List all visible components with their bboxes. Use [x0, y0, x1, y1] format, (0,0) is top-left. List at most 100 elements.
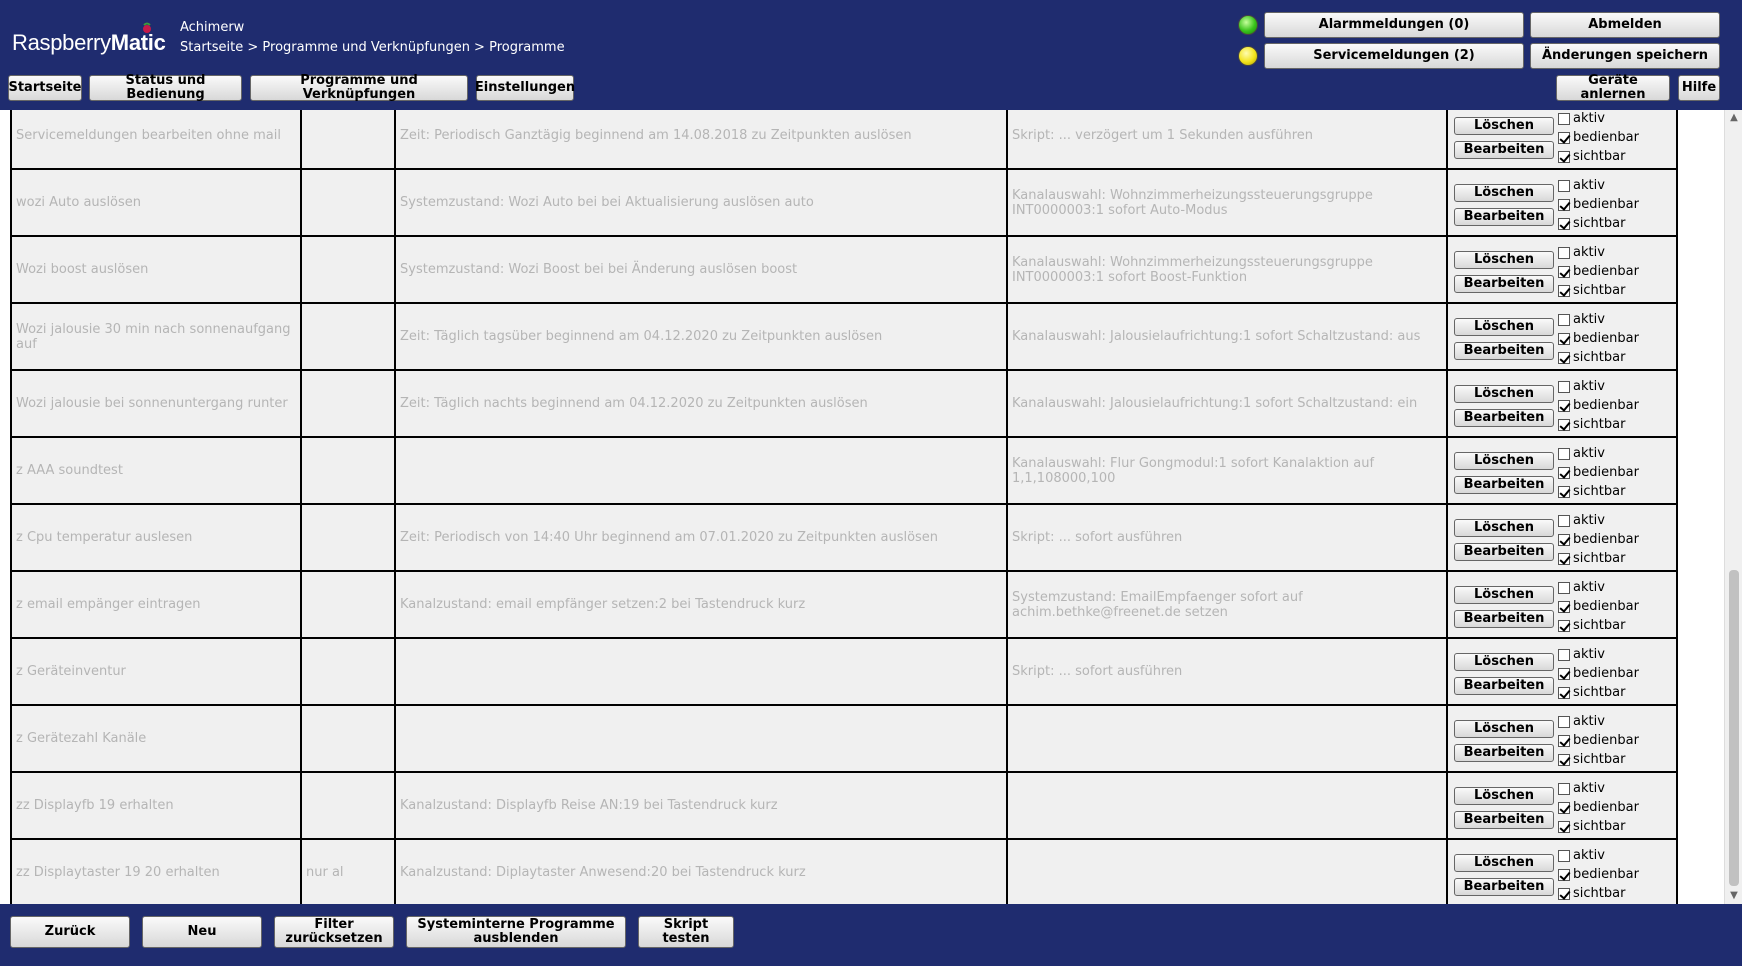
active-checkbox[interactable]: aktiv — [1558, 513, 1605, 528]
test-script-button[interactable]: Skript testen — [638, 916, 734, 948]
edit-button[interactable]: Bearbeiten — [1454, 543, 1554, 561]
filter-reset-button[interactable]: Filter zurücksetzen — [274, 916, 394, 948]
operable-checkbox[interactable]: bedienbar — [1558, 666, 1639, 681]
program-name-cell[interactable]: z Gerätezahl Kanäle — [10, 706, 300, 771]
visible-checkbox[interactable]: sichtbar — [1558, 551, 1625, 566]
checkbox-icon[interactable] — [1558, 265, 1570, 278]
edit-button[interactable]: Bearbeiten — [1454, 610, 1554, 628]
program-name-cell[interactable]: Servicemeldungen bearbeiten ohne mail — [10, 110, 300, 168]
checkbox-icon[interactable] — [1558, 619, 1570, 632]
visible-checkbox[interactable]: sichtbar — [1558, 216, 1625, 231]
checkbox-icon[interactable] — [1558, 801, 1570, 814]
visible-checkbox[interactable]: sichtbar — [1558, 417, 1625, 432]
nav-programs-button[interactable]: Programme und Verknüpfungen — [250, 74, 468, 102]
program-name-cell[interactable]: zz Displayfb 19 erhalten — [10, 773, 300, 838]
checkbox-icon[interactable] — [1558, 150, 1570, 163]
operable-checkbox[interactable]: bedienbar — [1558, 398, 1639, 413]
checkbox-icon[interactable] — [1558, 734, 1570, 747]
save-changes-button[interactable]: Änderungen speichern — [1530, 43, 1720, 69]
program-name-cell[interactable]: zz Displaytaster 19 20 erhalten — [10, 840, 300, 904]
edit-button[interactable]: Bearbeiten — [1454, 208, 1554, 226]
scroll-down-arrow-icon[interactable]: ▼ — [1725, 888, 1742, 904]
service-messages-button[interactable]: Servicemeldungen (2) — [1264, 43, 1524, 69]
operable-checkbox[interactable]: bedienbar — [1558, 733, 1639, 748]
nav-status-button[interactable]: Status und Bedienung — [89, 74, 242, 102]
delete-button[interactable]: Löschen — [1454, 653, 1554, 671]
checkbox-icon[interactable] — [1558, 447, 1570, 460]
edit-button[interactable]: Bearbeiten — [1454, 677, 1554, 695]
checkbox-icon[interactable] — [1558, 581, 1570, 594]
edit-button[interactable]: Bearbeiten — [1454, 476, 1554, 494]
delete-button[interactable]: Löschen — [1454, 385, 1554, 403]
program-name-cell[interactable]: z Cpu temperatur auslesen — [10, 505, 300, 570]
edit-button[interactable]: Bearbeiten — [1454, 141, 1554, 159]
checkbox-icon[interactable] — [1558, 179, 1570, 192]
operable-checkbox[interactable]: bedienbar — [1558, 331, 1639, 346]
active-checkbox[interactable]: aktiv — [1558, 245, 1605, 260]
edit-button[interactable]: Bearbeiten — [1454, 811, 1554, 829]
operable-checkbox[interactable]: bedienbar — [1558, 867, 1639, 882]
program-name-cell[interactable]: Wozi boost auslösen — [10, 237, 300, 302]
edit-button[interactable]: Bearbeiten — [1454, 342, 1554, 360]
checkbox-icon[interactable] — [1558, 782, 1570, 795]
delete-button[interactable]: Löschen — [1454, 519, 1554, 537]
hide-internal-programs-button[interactable]: Systeminterne Programme ausblenden — [406, 916, 626, 948]
checkbox-icon[interactable] — [1558, 332, 1570, 345]
checkbox-icon[interactable] — [1558, 131, 1570, 144]
nav-home-button[interactable]: Startseite — [8, 75, 82, 101]
delete-button[interactable]: Löschen — [1454, 720, 1554, 738]
active-checkbox[interactable]: aktiv — [1558, 446, 1605, 461]
delete-button[interactable]: Löschen — [1454, 318, 1554, 336]
checkbox-icon[interactable] — [1558, 667, 1570, 680]
active-checkbox[interactable]: aktiv — [1558, 312, 1605, 327]
operable-checkbox[interactable]: bedienbar — [1558, 264, 1639, 279]
checkbox-icon[interactable] — [1558, 600, 1570, 613]
delete-button[interactable]: Löschen — [1454, 452, 1554, 470]
program-name-cell[interactable]: Wozi jalousie 30 min nach sonnenaufgang … — [10, 304, 300, 369]
active-checkbox[interactable]: aktiv — [1558, 178, 1605, 193]
new-program-button[interactable]: Neu — [142, 916, 262, 948]
checkbox-icon[interactable] — [1558, 820, 1570, 833]
edit-button[interactable]: Bearbeiten — [1454, 878, 1554, 896]
checkbox-icon[interactable] — [1558, 887, 1570, 900]
checkbox-icon[interactable] — [1558, 552, 1570, 565]
checkbox-icon[interactable] — [1558, 868, 1570, 881]
nav-settings-button[interactable]: Einstellungen — [475, 75, 575, 101]
operable-checkbox[interactable]: bedienbar — [1558, 197, 1639, 212]
checkbox-icon[interactable] — [1558, 466, 1570, 479]
visible-checkbox[interactable]: sichtbar — [1558, 618, 1625, 633]
program-name-cell[interactable]: wozi Auto auslösen — [10, 170, 300, 235]
delete-button[interactable]: Löschen — [1454, 787, 1554, 805]
nav-help-button[interactable]: Hilfe — [1678, 75, 1720, 101]
program-name-cell[interactable]: z Geräteinventur — [10, 639, 300, 704]
edit-button[interactable]: Bearbeiten — [1454, 409, 1554, 427]
visible-checkbox[interactable]: sichtbar — [1558, 350, 1625, 365]
visible-checkbox[interactable]: sichtbar — [1558, 283, 1625, 298]
checkbox-icon[interactable] — [1558, 418, 1570, 431]
program-name-cell[interactable]: z email empänger eintragen — [10, 572, 300, 637]
operable-checkbox[interactable]: bedienbar — [1558, 130, 1639, 145]
nav-teach-devices-button[interactable]: Geräte anlernen — [1556, 74, 1670, 102]
visible-checkbox[interactable]: sichtbar — [1558, 819, 1625, 834]
checkbox-icon[interactable] — [1558, 533, 1570, 546]
delete-button[interactable]: Löschen — [1454, 117, 1554, 135]
checkbox-icon[interactable] — [1558, 399, 1570, 412]
checkbox-icon[interactable] — [1558, 753, 1570, 766]
delete-button[interactable]: Löschen — [1454, 184, 1554, 202]
checkbox-icon[interactable] — [1558, 198, 1570, 211]
visible-checkbox[interactable]: sichtbar — [1558, 685, 1625, 700]
delete-button[interactable]: Löschen — [1454, 251, 1554, 269]
operable-checkbox[interactable]: bedienbar — [1558, 465, 1639, 480]
vertical-scrollbar[interactable]: ▲ ▼ — [1724, 110, 1742, 904]
checkbox-icon[interactable] — [1558, 648, 1570, 661]
active-checkbox[interactable]: aktiv — [1558, 781, 1605, 796]
active-checkbox[interactable]: aktiv — [1558, 714, 1605, 729]
visible-checkbox[interactable]: sichtbar — [1558, 149, 1625, 164]
edit-button[interactable]: Bearbeiten — [1454, 275, 1554, 293]
active-checkbox[interactable]: aktiv — [1558, 111, 1605, 126]
logout-button[interactable]: Abmelden — [1530, 12, 1720, 38]
visible-checkbox[interactable]: sichtbar — [1558, 886, 1625, 901]
alarm-messages-button[interactable]: Alarmmeldungen (0) — [1264, 12, 1524, 38]
operable-checkbox[interactable]: bedienbar — [1558, 800, 1639, 815]
back-button[interactable]: Zurück — [10, 916, 130, 948]
